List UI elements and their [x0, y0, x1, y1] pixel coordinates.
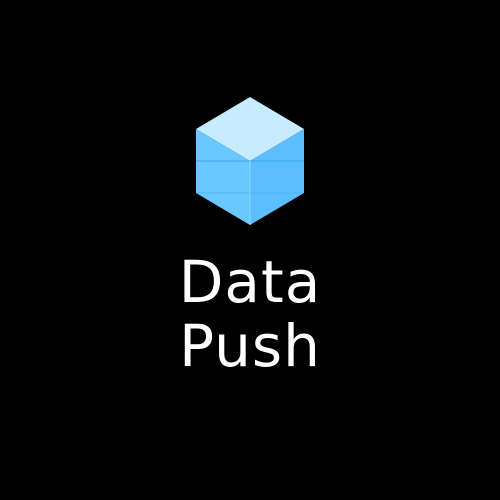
wordmark-line-2: Push [179, 312, 321, 380]
cube-icon [196, 97, 304, 225]
wordmark-line-1: Data [178, 248, 322, 316]
logo-canvas: Data Push [0, 0, 500, 500]
wordmark: Data Push [0, 250, 500, 378]
